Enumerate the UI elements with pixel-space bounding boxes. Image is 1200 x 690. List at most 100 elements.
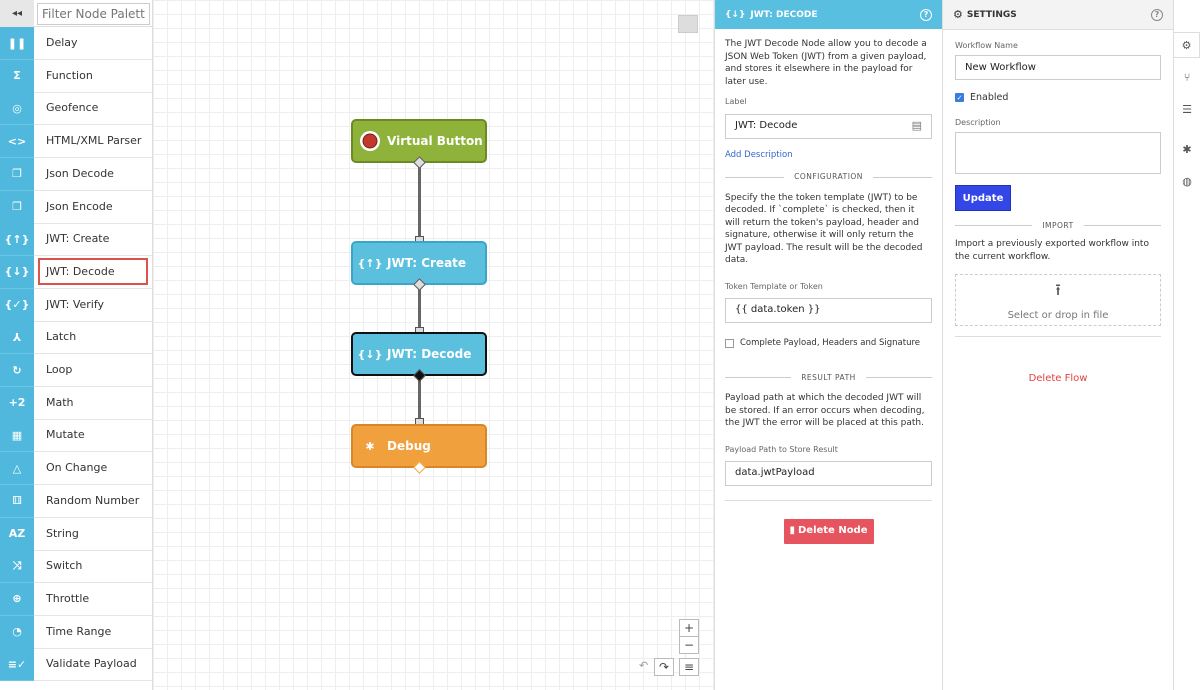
- node-editor-panel: {↓} JWT: DECODE ? The JWT Decode Node al…: [715, 0, 943, 690]
- add-description-link[interactable]: Add Description: [725, 149, 932, 162]
- enabled-row[interactable]: ✓ Enabled: [955, 92, 1161, 103]
- palette-item[interactable]: ❐ Json Encode: [0, 190, 152, 224]
- label-caption: Label: [725, 97, 747, 106]
- branch-icon[interactable]: ⑂: [1174, 64, 1200, 90]
- palette-item[interactable]: ⤨ Switch: [0, 550, 152, 584]
- palette-item[interactable]: <> HTML/XML Parser: [0, 125, 152, 159]
- palette-item-label: Switch: [46, 559, 83, 573]
- delete-node-button[interactable]: ▮ Delete Node: [783, 519, 874, 544]
- id-card-icon: ▤: [911, 118, 922, 132]
- workflow-name-caption: Workflow Name: [955, 41, 1018, 50]
- palette-item-label: JWT: Create: [46, 232, 110, 246]
- redo-button[interactable]: ↷: [654, 658, 674, 676]
- palette-item[interactable]: ◔ Time Range: [0, 615, 152, 649]
- loop-icon: ↻: [0, 354, 34, 387]
- right-rail: ⚙ ⑂ ☰ ✱ ◍: [1173, 0, 1200, 690]
- palette-item[interactable]: ❐ Json Decode: [0, 157, 152, 191]
- zoom-in-button[interactable]: +: [679, 619, 699, 637]
- math-icon: +2: [0, 386, 34, 420]
- palette-item-label: JWT: Verify: [46, 297, 105, 311]
- trash-icon: ▮: [789, 525, 795, 537]
- editor-intro: The JWT Decode Node allow you to decode …: [725, 39, 927, 87]
- complete-checkbox[interactable]: [725, 338, 734, 348]
- import-heading: IMPORT: [955, 221, 1162, 230]
- jwt-icon: {↓}: [725, 9, 746, 20]
- jwt-icon: {↓}: [357, 347, 383, 361]
- bug-icon: ✱: [365, 439, 375, 453]
- database-icon[interactable]: ☰: [1174, 96, 1200, 122]
- palette-item[interactable]: ◎ Geofence: [0, 92, 152, 126]
- editor-header: {↓} JWT: DECODE ?: [715, 0, 942, 29]
- node-label: JWT: Decode: [387, 347, 472, 361]
- app-root: ◂◂ ❚❚ Delay Σ Function ◎ Geofence <> HTML/XML P…: [0, 0, 1200, 690]
- wire: [418, 166, 421, 242]
- palette-item-label: Delay: [46, 36, 78, 49]
- workflow-canvas[interactable]: Virtual Button {↑} JWT: Create {↓} JWT: …: [153, 0, 715, 690]
- drop-label: Select or drop in file: [1007, 310, 1109, 321]
- help-icon[interactable]: ?: [920, 8, 932, 21]
- token-input[interactable]: {{ data.token }}: [725, 298, 932, 323]
- palette-item-label: Function: [46, 68, 93, 82]
- palette-item-label: String: [46, 526, 79, 540]
- gear-icon[interactable]: ⚙: [1174, 32, 1200, 58]
- code-icon: <>: [0, 125, 34, 159]
- canvas-menu-button[interactable]: ≡: [679, 658, 699, 676]
- jwt-icon: {↓}: [0, 255, 34, 289]
- palette-item-label: Geofence: [46, 101, 99, 115]
- jwt-icon: {↑}: [0, 223, 34, 257]
- palette-item-label: Math: [46, 395, 74, 409]
- globe-icon[interactable]: ◍: [1174, 168, 1200, 194]
- zoom-out-button[interactable]: −: [679, 636, 699, 654]
- sigma-icon: Σ: [0, 59, 34, 93]
- palette-item[interactable]: {↓} JWT: Decode: [0, 255, 152, 289]
- label-input[interactable]: JWT: Decode ▤: [725, 113, 932, 139]
- palette-item-label: HTML/XML Parser: [46, 134, 142, 148]
- palette-item[interactable]: ⚅ Random Number: [0, 484, 152, 518]
- target-icon: ◎: [0, 92, 34, 126]
- palette-item[interactable]: Σ Function: [0, 59, 152, 93]
- update-button[interactable]: Update: [955, 185, 1011, 211]
- palette-item[interactable]: ⅄ Latch: [0, 321, 152, 355]
- complete-label: Complete Payload, Headers and Signature: [740, 338, 920, 348]
- gear-icon: ⚙: [953, 8, 963, 21]
- filter-node-palette-input[interactable]: [37, 3, 150, 25]
- upload-icon: ⭱: [1055, 280, 1061, 299]
- palette-item[interactable]: ≡✓ Validate Payload: [0, 648, 152, 682]
- palette-item[interactable]: ❚❚ Delay: [0, 27, 152, 60]
- bug-icon[interactable]: ✱: [1174, 136, 1200, 162]
- path-input[interactable]: data.jwtPayload: [725, 461, 932, 486]
- palette-header: ◂◂: [0, 0, 152, 27]
- complete-checkbox-row[interactable]: Complete Payload, Headers and Signature: [725, 337, 932, 350]
- palette-item[interactable]: ⊕ Throttle: [0, 582, 152, 616]
- palette-item-label: Time Range: [46, 624, 112, 638]
- editor-title: JWT: DECODE: [750, 9, 818, 20]
- workflow-name-input[interactable]: New Workflow: [955, 55, 1161, 80]
- palette-item-label: Mutate: [46, 428, 85, 442]
- canvas-corner-button[interactable]: [678, 15, 698, 33]
- path-caption: Payload Path to Store Result: [725, 444, 838, 454]
- enabled-checkbox[interactable]: ✓: [955, 93, 964, 102]
- jwt-icon: {✓}: [0, 288, 34, 322]
- palette-item[interactable]: △ On Change: [0, 452, 152, 486]
- description-caption: Description: [955, 118, 1001, 127]
- help-icon[interactable]: ?: [1151, 8, 1163, 21]
- settings-title: SETTINGS: [966, 9, 1017, 20]
- file-drop-zone[interactable]: ⭱ Select or drop in file: [955, 274, 1161, 326]
- undo-button[interactable]: ↶: [639, 659, 648, 672]
- delete-flow-link[interactable]: Delete Flow: [955, 373, 1161, 384]
- latch-icon: ⅄: [0, 321, 34, 355]
- shuffle-icon: ⤨: [0, 550, 34, 584]
- dice-icon: ⚅: [0, 484, 34, 518]
- palette-item[interactable]: AZ String: [0, 517, 152, 551]
- description-textarea[interactable]: [955, 132, 1161, 174]
- configuration-heading: CONFIGURATION: [725, 171, 932, 184]
- palette-item[interactable]: {✓} JWT: Verify: [0, 288, 152, 322]
- selection-highlight: [38, 257, 148, 285]
- palette-item[interactable]: ↻ Loop: [0, 354, 152, 387]
- token-caption: Token Template or Token: [725, 281, 823, 291]
- palette-item[interactable]: ▦ Mutate: [0, 419, 152, 453]
- palette-item[interactable]: {↑} JWT: Create: [0, 223, 152, 257]
- palette-item-label: Loop: [46, 363, 73, 376]
- palette-item[interactable]: +2 Math: [0, 386, 152, 420]
- collapse-palette-button[interactable]: ◂◂: [0, 0, 34, 27]
